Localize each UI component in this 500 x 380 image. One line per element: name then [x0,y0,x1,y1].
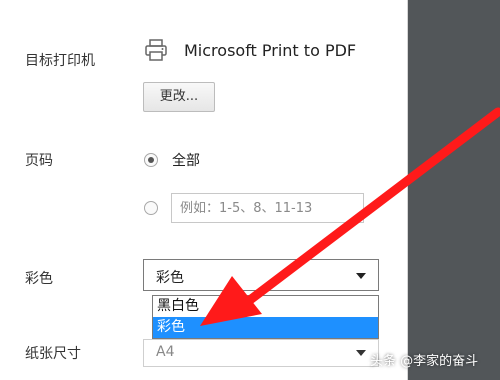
chevron-down-icon [356,273,366,279]
color-select-value: 彩色 [156,270,184,286]
paper-size-select[interactable]: A4 [143,339,379,367]
printer-icon [144,38,168,62]
color-dropdown-list: 黑白色 彩色 [152,295,379,339]
preview-area [408,0,500,380]
pages-label: 页码 [25,153,53,169]
color-select[interactable]: 彩色 [143,259,379,291]
color-option-color[interactable]: 彩色 [153,317,378,338]
paper-size-label: 纸张尺寸 [25,346,81,362]
color-option-grayscale[interactable]: 黑白色 [153,296,378,317]
pages-all-radio[interactable] [144,153,158,167]
chevron-down-icon [356,350,366,356]
watermark-text: 头条 @李家的奋斗 [370,354,479,369]
change-printer-button[interactable]: 更改... [143,82,215,112]
pages-all-label: 全部 [172,153,200,169]
color-label: 彩色 [25,271,53,287]
destination-label: 目标打印机 [25,53,95,69]
page-range-input[interactable] [171,193,364,223]
pages-custom-radio[interactable] [144,201,158,215]
radio-selected-dot [148,157,154,163]
paper-size-value: A4 [156,344,175,360]
printer-name: Microsoft Print to PDF [184,41,357,60]
